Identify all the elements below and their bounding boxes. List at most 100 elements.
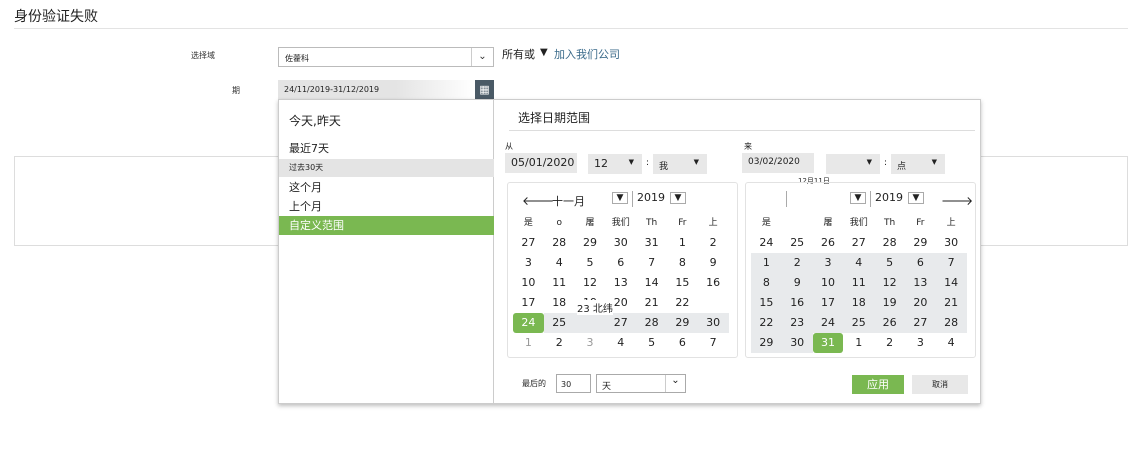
preset-today-yesterday[interactable]: 今天,昨天 <box>279 112 494 129</box>
day-cell[interactable]: 27 <box>513 233 544 253</box>
day-cell[interactable]: 5 <box>575 253 606 273</box>
from-minute-select[interactable]: 我 ▼ <box>653 154 707 174</box>
day-cell[interactable]: 30 <box>781 333 813 353</box>
preset-this-month[interactable]: 这个月 <box>279 179 494 195</box>
day-cell[interactable]: 3 <box>513 253 544 273</box>
right-month-label[interactable] <box>786 191 850 207</box>
calendar-icon[interactable]: ▦ <box>475 80 494 99</box>
from-date-input[interactable]: 05/01/2020 <box>505 153 577 173</box>
day-cell[interactable]: 21 <box>935 293 967 313</box>
day-cell[interactable]: 12 <box>874 273 905 293</box>
day-cell[interactable]: 29 <box>905 233 936 253</box>
join-company-link[interactable]: 加入我们公司 <box>554 46 620 62</box>
day-cell[interactable]: 15 <box>751 293 782 313</box>
day-cell[interactable]: 18 <box>544 293 575 313</box>
year-dropdown-icon[interactable]: ▼ <box>908 192 924 204</box>
day-cell[interactable]: 29 <box>666 313 698 333</box>
day-cell[interactable]: 7 <box>935 253 967 273</box>
day-cell[interactable]: 1 <box>667 233 698 253</box>
day-cell[interactable]: 14 <box>636 273 667 293</box>
day-cell[interactable]: 25 <box>782 233 813 253</box>
day-cell[interactable]: 27 <box>904 313 936 333</box>
next-month-arrow-icon[interactable]: 🡒 <box>941 193 973 208</box>
day-cell[interactable]: 7 <box>636 253 667 273</box>
day-cell[interactable]: 3 <box>575 333 606 353</box>
period-input[interactable]: 24/11/2019-31/12/2019 <box>278 80 474 99</box>
preset-last-30[interactable]: 过去30天 <box>279 159 494 177</box>
to-date-input[interactable]: 03/02/2020 <box>742 153 814 173</box>
preset-custom[interactable]: 自定义范围 <box>279 216 494 235</box>
day-cell[interactable]: 1 <box>751 253 782 273</box>
day-cell[interactable]: 24 <box>513 313 544 333</box>
day-cell[interactable]: 10 <box>812 273 844 293</box>
day-cell[interactable]: 26 <box>874 313 905 333</box>
last-count-input[interactable]: 30 <box>556 374 591 393</box>
day-cell[interactable] <box>574 313 606 333</box>
apply-button[interactable]: 应用 <box>852 375 904 394</box>
day-cell[interactable]: 9 <box>698 253 729 273</box>
day-cell[interactable]: 25 <box>843 313 875 333</box>
left-year-label[interactable]: 2019 <box>632 191 665 207</box>
day-cell[interactable]: 15 <box>667 273 698 293</box>
day-cell[interactable]: 1 <box>843 333 874 353</box>
day-cell[interactable]: 9 <box>781 273 813 293</box>
day-cell[interactable]: 28 <box>935 313 967 333</box>
day-cell[interactable]: 24 <box>812 313 844 333</box>
day-cell[interactable]: 4 <box>544 253 575 273</box>
day-cell[interactable]: 28 <box>874 233 905 253</box>
day-cell[interactable]: 6 <box>904 253 936 273</box>
day-cell[interactable]: 4 <box>843 253 875 273</box>
day-cell[interactable]: 16 <box>781 293 813 313</box>
day-cell[interactable]: 22 <box>667 293 698 313</box>
day-cell[interactable]: 10 <box>513 273 544 293</box>
day-cell[interactable]: 2 <box>874 333 905 353</box>
day-cell[interactable]: 4 <box>605 333 636 353</box>
day-cell[interactable]: 31 <box>812 333 844 353</box>
day-cell[interactable]: 2 <box>698 233 729 253</box>
day-cell[interactable]: 18 <box>843 293 875 313</box>
day-cell[interactable]: 5 <box>874 253 905 273</box>
cancel-button[interactable]: 取消 <box>912 375 968 394</box>
day-cell[interactable]: 6 <box>667 333 698 353</box>
day-cell[interactable]: 12 <box>575 273 606 293</box>
day-cell[interactable]: 11 <box>843 273 875 293</box>
day-cell[interactable]: 17 <box>513 293 544 313</box>
day-cell[interactable]: 16 <box>698 273 729 293</box>
day-cell[interactable]: 25 <box>543 313 575 333</box>
preset-last-month[interactable]: 上个月 <box>279 198 494 214</box>
day-cell[interactable]: 8 <box>667 253 698 273</box>
day-cell[interactable]: 3 <box>812 253 844 273</box>
day-cell[interactable]: 20 <box>904 293 936 313</box>
year-dropdown-icon[interactable]: ▼ <box>670 192 686 204</box>
day-cell[interactable]: 6 <box>605 253 636 273</box>
day-cell[interactable]: 11 <box>544 273 575 293</box>
day-cell[interactable]: 14 <box>935 273 967 293</box>
day-cell[interactable]: 4 <box>936 333 967 353</box>
to-minute-select[interactable]: 点 ▼ <box>891 154 945 174</box>
day-cell[interactable] <box>698 293 729 313</box>
day-cell[interactable]: 13 <box>605 273 636 293</box>
day-cell[interactable]: 30 <box>605 233 636 253</box>
day-cell[interactable]: 3 <box>905 333 936 353</box>
day-cell[interactable]: 27 <box>605 313 637 333</box>
day-cell[interactable]: 21 <box>636 293 667 313</box>
day-cell[interactable]: 5 <box>636 333 667 353</box>
day-cell[interactable]: 19 <box>874 293 905 313</box>
day-cell[interactable]: 8 <box>751 273 782 293</box>
day-cell[interactable]: 29 <box>575 233 606 253</box>
from-hour-select[interactable]: 12 ▼ <box>588 154 642 174</box>
day-cell[interactable]: 2 <box>544 333 575 353</box>
preset-last-7[interactable]: 最近7天 <box>279 140 494 156</box>
right-year-label[interactable]: 2019 <box>870 191 903 207</box>
day-cell[interactable]: 30 <box>697 313 729 333</box>
day-cell[interactable]: 1 <box>513 333 544 353</box>
day-cell[interactable]: 26 <box>813 233 844 253</box>
unit-select[interactable]: 天 ⌄ <box>596 374 686 393</box>
prev-month-arrow-icon[interactable]: 🡐 <box>522 193 554 208</box>
left-month-label[interactable]: 十一月 <box>552 193 585 209</box>
day-cell[interactable]: 2 <box>781 253 813 273</box>
day-cell[interactable]: 7 <box>698 333 729 353</box>
day-cell[interactable]: 31 <box>636 233 667 253</box>
day-cell[interactable]: 30 <box>936 233 967 253</box>
month-dropdown-icon[interactable]: ▼ <box>612 192 628 204</box>
